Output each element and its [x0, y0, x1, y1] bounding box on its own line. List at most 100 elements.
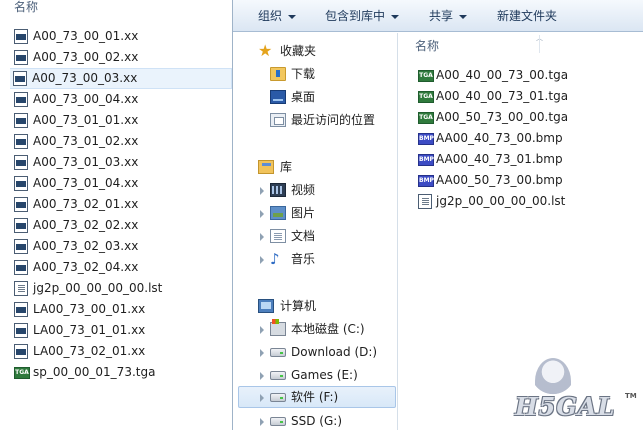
file-name: A00_73_00_03.xx [32, 71, 138, 85]
nav-item-libraries[interactable]: 库 [233, 156, 397, 178]
file-row[interactable]: A00_73_02_03.xx [0, 236, 232, 257]
nav-item-pictures[interactable]: 图片 [233, 202, 397, 224]
nav-item-drive-c[interactable]: 本地磁盘 (C:) [233, 318, 397, 340]
file-row[interactable]: A00_73_02_04.xx [0, 257, 232, 278]
file-name: LA00_73_00_01.xx [33, 302, 146, 316]
file-row[interactable]: jg2p_00_00_00_00.lst [0, 278, 232, 299]
file-list-pane: ︿ 名称 A00_40_00_73_00.tga A00_40_00_73_01… [399, 33, 643, 430]
column-divider[interactable] [539, 35, 540, 53]
bmp-file-icon [418, 154, 434, 166]
new-folder-button[interactable]: 新建文件夹 [497, 8, 557, 24]
file-row[interactable]: LA00_73_01_01.xx [0, 320, 232, 341]
cfg-file-icon [14, 50, 28, 65]
cfg-file-icon [14, 155, 28, 170]
nav-label: 收藏夹 [280, 44, 317, 58]
computer-icon [258, 299, 274, 313]
video-library-icon [270, 183, 286, 197]
cfg-file-icon [14, 92, 28, 107]
file-name: jg2p_00_00_00_00.lst [436, 194, 566, 208]
include-in-library-menu[interactable]: 包含到库中 [325, 8, 400, 24]
expand-arrow-icon[interactable] [260, 256, 264, 264]
cfg-file-icon [14, 29, 28, 44]
expand-arrow-icon[interactable] [260, 418, 264, 426]
dropdown-arrow-icon [459, 14, 468, 19]
expand-arrow-icon[interactable] [260, 372, 264, 380]
hard-drive-icon [270, 393, 286, 402]
cfg-file-icon [14, 113, 28, 128]
nav-label: 桌面 [291, 90, 316, 104]
nav-item-favorites[interactable]: ★ 收藏夹 [233, 40, 397, 62]
nav-item-downloads[interactable]: 下载 [233, 63, 397, 85]
nav-item-drive-f[interactable]: 软件 (F:) [238, 386, 396, 408]
file-name: A00_73_02_04.xx [33, 260, 139, 274]
recent-places-icon [270, 113, 286, 127]
file-row[interactable]: A00_73_01_02.xx [0, 131, 232, 152]
nav-label: 下载 [291, 67, 316, 81]
file-row[interactable]: A00_73_01_01.xx [0, 110, 232, 131]
name-column-header[interactable]: 名称 [14, 0, 38, 16]
cfg-file-icon [14, 218, 28, 233]
include-in-library-label: 包含到库中 [325, 9, 386, 23]
file-name: sp_00_00_01_73.tga [33, 365, 156, 379]
nav-label: 库 [280, 160, 293, 174]
tga-file-icon [418, 112, 434, 124]
file-row[interactable]: LA00_73_00_01.xx [0, 299, 232, 320]
expand-arrow-icon[interactable] [260, 210, 264, 218]
file-name: LA00_73_02_01.xx [33, 344, 146, 358]
cfg-file-icon [14, 260, 28, 275]
file-row[interactable]: A00_73_02_01.xx [0, 194, 232, 215]
file-row[interactable]: A00_40_00_73_00.tga [399, 65, 643, 86]
nav-item-drive-g[interactable]: SSD (G:) [233, 410, 397, 430]
documents-library-icon [270, 229, 286, 243]
nav-label: SSD (G:) [291, 414, 342, 428]
expand-arrow-icon[interactable] [260, 233, 264, 241]
text-file-icon [418, 194, 432, 209]
file-row[interactable]: A00_73_00_02.xx [0, 47, 232, 68]
nav-item-documents[interactable]: 文档 [233, 225, 397, 247]
expand-arrow-icon[interactable] [260, 394, 264, 402]
file-row[interactable]: AA00_40_73_01.bmp [399, 149, 643, 170]
nav-label: 视频 [291, 183, 316, 197]
expand-arrow-icon[interactable] [260, 187, 264, 195]
nav-item-drive-e[interactable]: Games (E:) [233, 364, 397, 386]
file-row[interactable]: sp_00_00_01_73.tga [0, 362, 232, 383]
desktop-icon [270, 90, 286, 104]
share-menu[interactable]: 共享 [429, 8, 468, 24]
explorer-window: 组织 包含到库中 共享 新建文件夹 ★ 收藏夹 下载 桌面 最近访问的位置 库 [232, 0, 643, 430]
file-row[interactable]: LA00_73_02_01.xx [0, 341, 232, 362]
name-column-header[interactable]: 名称 [415, 37, 439, 54]
file-row[interactable]: A00_73_00_01.xx [0, 26, 232, 47]
nav-label: 计算机 [280, 299, 317, 313]
hard-drive-icon [270, 348, 286, 357]
file-row[interactable]: A00_73_01_04.xx [0, 173, 232, 194]
nav-item-recent-places[interactable]: 最近访问的位置 [233, 109, 397, 131]
organize-menu[interactable]: 组织 [258, 8, 297, 24]
file-name: A00_73_01_01.xx [33, 113, 139, 127]
nav-item-computer[interactable]: 计算机 [233, 295, 397, 317]
bmp-file-icon [418, 175, 434, 187]
nav-item-drive-d[interactable]: Download (D:) [233, 341, 397, 363]
file-name: A00_73_02_01.xx [33, 197, 139, 211]
command-bar: 组织 包含到库中 共享 新建文件夹 [233, 0, 643, 32]
file-row[interactable]: AA00_50_73_00.bmp [399, 170, 643, 191]
system-drive-icon [270, 319, 286, 336]
file-row[interactable]: AA00_40_73_00.bmp [399, 128, 643, 149]
left-file-pane: 名称 A00_73_00_01.xx A00_73_00_02.xx A00_7… [0, 0, 232, 430]
expand-arrow-icon[interactable] [260, 349, 264, 357]
expand-arrow-icon[interactable] [260, 326, 264, 334]
file-name: AA00_40_73_00.bmp [436, 131, 563, 145]
nav-item-videos[interactable]: 视频 [233, 179, 397, 201]
file-row[interactable]: A00_40_00_73_01.tga [399, 86, 643, 107]
file-row[interactable]: A00_73_00_04.xx [0, 89, 232, 110]
file-row-selected[interactable]: A00_73_00_03.xx [10, 68, 232, 89]
nav-item-desktop[interactable]: 桌面 [233, 86, 397, 108]
file-row[interactable]: jg2p_00_00_00_00.lst [399, 191, 643, 212]
file-row[interactable]: A00_73_02_02.xx [0, 215, 232, 236]
nav-item-music[interactable]: ♪ 音乐 [233, 248, 397, 270]
file-row[interactable]: A00_50_73_00_00.tga [399, 107, 643, 128]
tga-file-icon [14, 367, 30, 379]
cfg-file-icon [13, 71, 27, 86]
cfg-file-icon [14, 344, 28, 359]
content-file-list: A00_40_00_73_00.tga A00_40_00_73_01.tga … [399, 65, 643, 212]
file-row[interactable]: A00_73_01_03.xx [0, 152, 232, 173]
